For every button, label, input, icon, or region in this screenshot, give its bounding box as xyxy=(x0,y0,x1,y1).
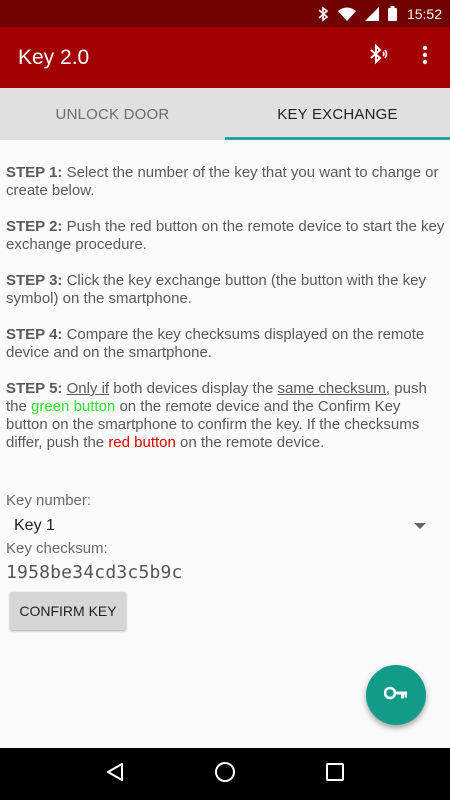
step-5-green-button: green button xyxy=(31,398,116,415)
back-button[interactable] xyxy=(95,754,135,794)
step-1: STEP 1: Select the number of the key tha… xyxy=(6,164,446,200)
key-number-value: Key 1 xyxy=(14,517,55,534)
step-2-title: STEP 2: xyxy=(6,218,63,235)
step-2: STEP 2: Push the red button on the remot… xyxy=(6,218,446,254)
step-3-title: STEP 3: xyxy=(6,272,63,289)
home-icon xyxy=(214,761,236,788)
back-icon xyxy=(106,762,124,787)
more-options-button[interactable] xyxy=(403,36,447,80)
step-5-title: STEP 5: xyxy=(6,380,63,397)
app-title: Key 2.0 xyxy=(18,45,90,69)
bluetooth-audio-button[interactable] xyxy=(355,36,399,80)
key-checksum-label: Key checksum: xyxy=(6,540,108,557)
step-5-text-1: both devices display the xyxy=(109,380,278,397)
key-number-label: Key number: xyxy=(6,492,92,509)
step-1-title: STEP 1: xyxy=(6,164,63,181)
key-number-spinner[interactable]: Key 1 xyxy=(6,514,434,538)
tab-bar: UNLOCK DOOR KEY EXCHANGE xyxy=(0,88,450,140)
status-time: 15:52 xyxy=(406,5,442,22)
navigation-bar xyxy=(0,748,450,800)
step-4: STEP 4: Compare the key checksums displa… xyxy=(6,326,446,362)
recents-button[interactable] xyxy=(315,754,355,794)
bluetooth-icon xyxy=(317,5,329,22)
wifi-icon xyxy=(337,7,356,21)
dropdown-arrow-icon xyxy=(414,523,426,529)
tab-key-exchange[interactable]: KEY EXCHANGE xyxy=(225,88,450,140)
step-3-text: Click the key exchange button (the butto… xyxy=(6,272,426,307)
step-5-only-if: Only if xyxy=(66,380,110,397)
home-button[interactable] xyxy=(205,754,245,794)
signal-icon xyxy=(364,6,379,21)
more-vert-icon xyxy=(422,45,428,70)
recents-icon xyxy=(326,762,344,786)
step-5-red-button: red button xyxy=(108,434,176,451)
key-exchange-fab[interactable] xyxy=(366,665,426,725)
key-checksum-value: 1958be34cd3c5b9c xyxy=(6,562,183,583)
step-3: STEP 3: Click the key exchange button (t… xyxy=(6,272,446,308)
vpn-key-icon xyxy=(383,686,408,705)
step-4-text: Compare the key checksums displayed on t… xyxy=(6,326,425,361)
step-4-title: STEP 4: xyxy=(6,326,63,343)
battery-icon xyxy=(387,6,397,21)
instructions: STEP 1: Select the number of the key tha… xyxy=(6,164,446,470)
bluetooth-audio-icon xyxy=(365,43,389,72)
step-1-text: Select the number of the key that you wa… xyxy=(6,164,439,199)
tab-unlock-door[interactable]: UNLOCK DOOR xyxy=(0,88,225,140)
step-5-text-4: on the remote device. xyxy=(175,434,325,451)
confirm-key-button[interactable]: CONFIRM KEY xyxy=(10,592,126,630)
step-5-same-checksum: same checksum xyxy=(277,380,386,397)
app-bar: Key 2.0 xyxy=(0,27,450,88)
step-2-text: Push the red button on the remote device… xyxy=(6,218,445,253)
step-5: STEP 5: Only if both devices display the… xyxy=(6,380,446,452)
status-bar: 15:52 xyxy=(0,0,450,27)
